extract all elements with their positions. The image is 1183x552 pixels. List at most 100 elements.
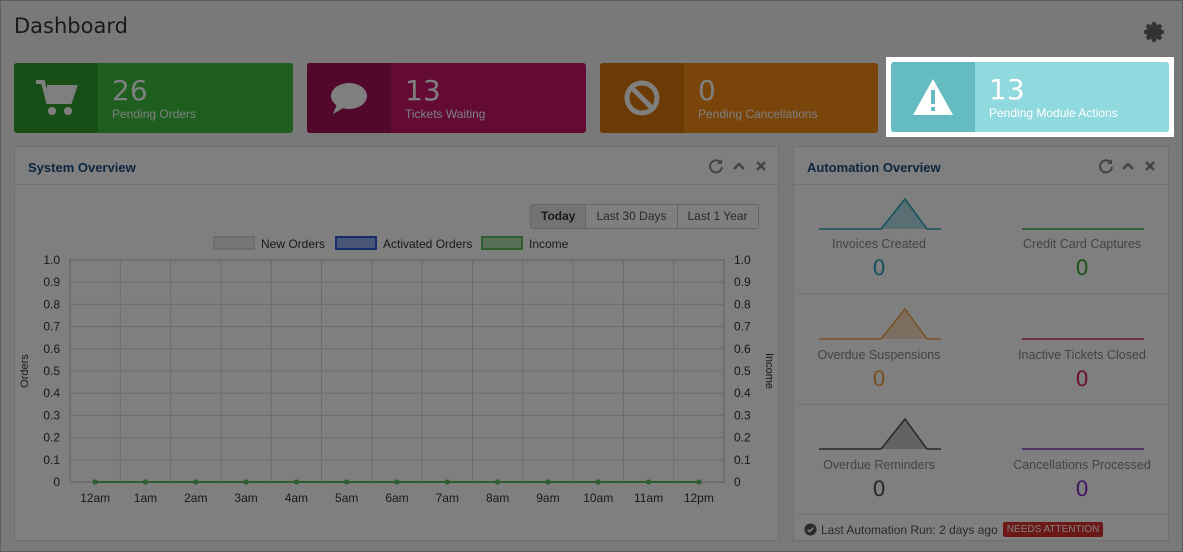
last-run-text: Last Automation Run: 2 days ago: [821, 522, 998, 537]
y-tick-label-right: 0.9: [734, 275, 751, 289]
range-today-button[interactable]: Today: [531, 205, 587, 228]
collapse-icon[interactable]: [1120, 158, 1136, 174]
divider: [796, 293, 1168, 294]
stat-pending-cancellations[interactable]: 0 Pending Cancellations: [600, 63, 878, 133]
warning-icon: [913, 79, 953, 115]
y-tick-label-right: 1.0: [734, 253, 751, 267]
y-tick-label-left: 0.8: [43, 297, 60, 311]
x-tick-label: 1am: [134, 491, 157, 505]
x-tick-label: 5am: [335, 491, 358, 505]
y-tick-label-left: 0.9: [43, 275, 60, 289]
stat-count: 13: [989, 73, 1025, 106]
y-tick-label-left: 0.5: [43, 364, 60, 378]
data-point: [193, 479, 199, 485]
data-point: [92, 479, 98, 485]
automation-label: Cancellations Processed: [1013, 458, 1151, 472]
y-tick-label-left: 0.2: [43, 431, 60, 445]
stat-tickets-waiting[interactable]: 13 Tickets Waiting: [307, 63, 586, 133]
ban-icon: [624, 80, 660, 116]
x-tick-label: 9am: [536, 491, 559, 505]
sparkline-area: [881, 199, 927, 229]
close-icon[interactable]: [1142, 158, 1158, 174]
automation-value: 0: [1075, 256, 1089, 280]
stat-count: 13: [405, 74, 441, 107]
data-point: [696, 479, 702, 485]
range-30-days-button[interactable]: Last 30 Days: [586, 205, 678, 228]
data-point: [394, 479, 400, 485]
sparkline-area: [881, 309, 927, 339]
y-tick-label-left: 0.1: [43, 453, 60, 467]
data-point: [646, 479, 652, 485]
data-point: [444, 479, 450, 485]
y-tick-label-left: 0: [53, 475, 60, 489]
highlight-frame: 13 Pending Module Actions: [886, 57, 1174, 137]
data-point: [293, 479, 299, 485]
automation-label: Overdue Suspensions: [817, 348, 941, 362]
cart-icon: [36, 80, 78, 115]
y-tick-label-right: 0.4: [734, 386, 751, 400]
automation-value: 0: [1075, 477, 1089, 501]
x-tick-label: 12pm: [684, 491, 714, 505]
x-tick-label: 12am: [80, 491, 110, 505]
y-tick-label-right: 0: [734, 475, 741, 489]
y-tick-label-right: 0.3: [734, 408, 751, 422]
panel-title: Automation Overview: [807, 160, 941, 175]
stat-label: Pending Module Actions: [989, 106, 1118, 120]
y-tick-label-right: 0.6: [734, 342, 751, 356]
stat-pending-orders[interactable]: 26 Pending Orders: [14, 63, 293, 133]
y-tick-label-right: 0.1: [734, 453, 751, 467]
data-point: [243, 479, 249, 485]
y-tick-label-right: 0.5: [734, 364, 751, 378]
x-tick-label: 2am: [184, 491, 207, 505]
stat-count: 0: [698, 74, 716, 107]
y-tick-label-right: 0.8: [734, 297, 751, 311]
legend-swatch: [213, 236, 255, 250]
y-tick-label-left: 0.3: [43, 408, 60, 422]
sparkline-area: [881, 419, 927, 449]
range-1-year-button[interactable]: Last 1 Year: [678, 205, 758, 228]
data-point: [344, 479, 350, 485]
legend-swatch: [335, 236, 377, 250]
x-tick-label: 11am: [634, 491, 663, 505]
automation-value: 0: [1075, 367, 1089, 391]
legend-label: Activated Orders: [383, 237, 472, 251]
check-circle-icon: [804, 523, 817, 536]
comment-icon: [331, 83, 367, 114]
stat-label: Pending Orders: [112, 107, 197, 121]
x-tick-label: 6am: [385, 491, 408, 505]
automation-value: 0: [872, 367, 886, 391]
last-run-status: Last Automation Run: 2 days ago NEEDS AT…: [804, 522, 1104, 537]
data-point: [495, 479, 501, 485]
x-tick-label: 4am: [285, 491, 308, 505]
legend-label: New Orders: [261, 237, 325, 251]
automation-value: 0: [872, 256, 886, 280]
y-tick-label-left: 0.4: [43, 386, 60, 400]
y-axis-title-left: Orders: [19, 354, 31, 388]
divider: [796, 404, 1168, 405]
system-overview-chart: New Orders Activated Orders Income 0 0 0.1 0.1…: [19, 236, 775, 505]
legend-label: Income: [529, 237, 569, 251]
data-point: [595, 479, 601, 485]
range-selector: Today Last 30 Days Last 1 Year: [530, 204, 759, 229]
x-tick-label: 8am: [486, 491, 509, 505]
gear-icon[interactable]: [1143, 20, 1167, 44]
page-title: Dashboard: [14, 14, 128, 38]
stat-label: Tickets Waiting: [405, 107, 486, 121]
collapse-icon[interactable]: [731, 158, 747, 174]
refresh-icon[interactable]: [708, 158, 724, 174]
x-tick-label: 3am: [234, 491, 257, 505]
automation-label: Overdue Reminders: [823, 458, 935, 472]
automation-sparklines: [819, 197, 1144, 450]
y-tick-label-right: 0.7: [734, 320, 751, 334]
stat-pending-module-actions[interactable]: 13 Pending Module Actions: [891, 62, 1169, 132]
refresh-icon[interactable]: [1098, 158, 1114, 174]
stat-count: 26: [112, 74, 148, 107]
close-icon[interactable]: [753, 158, 769, 174]
y-tick-label-right: 0.2: [734, 431, 751, 445]
y-tick-label-left: 0.6: [43, 342, 60, 356]
needs-attention-badge: NEEDS ATTENTION: [1002, 522, 1104, 537]
legend-swatch: [481, 236, 523, 250]
automation-value: 0: [872, 477, 886, 501]
x-tick-label: 7am: [436, 491, 459, 505]
automation-label: Inactive Tickets Closed: [1018, 348, 1146, 362]
